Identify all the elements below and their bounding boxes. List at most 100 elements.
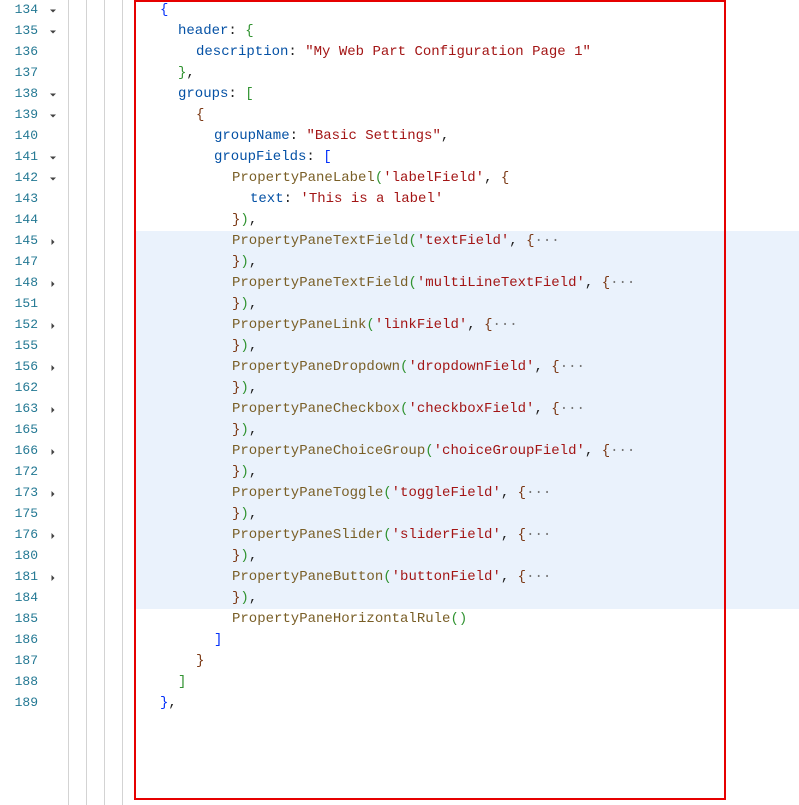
code-line[interactable]: }),	[135, 420, 799, 441]
chevron-down-icon[interactable]	[47, 26, 59, 38]
gutter-line[interactable]: 147	[0, 252, 62, 273]
fold-toggle[interactable]	[44, 488, 62, 500]
chevron-down-icon[interactable]	[47, 110, 59, 122]
code-line[interactable]: },	[135, 63, 799, 84]
code-line[interactable]: PropertyPaneTextField('textField', {···	[135, 231, 799, 252]
gutter-line[interactable]: 175	[0, 504, 62, 525]
fold-toggle[interactable]	[44, 446, 62, 458]
code-line[interactable]: PropertyPaneButton('buttonField', {···	[135, 567, 799, 588]
gutter-line[interactable]: 172	[0, 462, 62, 483]
line-number: 141	[0, 148, 44, 167]
gutter-line[interactable]: 152	[0, 315, 62, 336]
gutter-line[interactable]: 142	[0, 168, 62, 189]
gutter-line[interactable]: 139	[0, 105, 62, 126]
gutter-line[interactable]: 136	[0, 42, 62, 63]
chevron-down-icon[interactable]	[47, 5, 59, 17]
fold-toggle[interactable]	[44, 26, 62, 38]
gutter-line[interactable]: 185	[0, 609, 62, 630]
gutter-line[interactable]: 189	[0, 693, 62, 714]
gutter-line[interactable]: 151	[0, 294, 62, 315]
fold-toggle[interactable]	[44, 572, 62, 584]
code-line[interactable]: PropertyPaneLabel('labelField', {	[135, 168, 799, 189]
fold-toggle[interactable]	[44, 278, 62, 290]
chevron-right-icon[interactable]	[47, 320, 59, 332]
fold-toggle[interactable]	[44, 5, 62, 17]
chevron-right-icon[interactable]	[47, 488, 59, 500]
fold-toggle[interactable]	[44, 404, 62, 416]
gutter-line[interactable]: 162	[0, 378, 62, 399]
code-line[interactable]: PropertyPaneTextField('multiLineTextFiel…	[135, 273, 799, 294]
gutter-line[interactable]: 148	[0, 273, 62, 294]
gutter-line[interactable]: 137	[0, 63, 62, 84]
gutter-line[interactable]: 145	[0, 231, 62, 252]
gutter-line[interactable]: 143	[0, 189, 62, 210]
gutter-line[interactable]: 163	[0, 399, 62, 420]
fold-toggle[interactable]	[44, 236, 62, 248]
code-line[interactable]: PropertyPaneDropdown('dropdownField', {·…	[135, 357, 799, 378]
fold-toggle[interactable]	[44, 362, 62, 374]
code-line[interactable]: PropertyPaneToggle('toggleField', {···	[135, 483, 799, 504]
gutter-line[interactable]: 141	[0, 147, 62, 168]
chevron-right-icon[interactable]	[47, 404, 59, 416]
gutter-line[interactable]: 188	[0, 672, 62, 693]
chevron-right-icon[interactable]	[47, 446, 59, 458]
chevron-right-icon[interactable]	[47, 236, 59, 248]
gutter-line[interactable]: 176	[0, 525, 62, 546]
code-line[interactable]: }),	[135, 378, 799, 399]
chevron-down-icon[interactable]	[47, 173, 59, 185]
code-line[interactable]: ]	[135, 672, 799, 693]
gutter-line[interactable]: 155	[0, 336, 62, 357]
chevron-down-icon[interactable]	[47, 89, 59, 101]
chevron-down-icon[interactable]	[47, 152, 59, 164]
code-line[interactable]: header: {	[135, 21, 799, 42]
fold-toggle[interactable]	[44, 110, 62, 122]
fold-toggle[interactable]	[44, 152, 62, 164]
fold-toggle[interactable]	[44, 530, 62, 542]
code-line[interactable]: }),	[135, 504, 799, 525]
gutter-line[interactable]: 165	[0, 420, 62, 441]
gutter-line[interactable]: 140	[0, 126, 62, 147]
code-line[interactable]: PropertyPaneChoiceGroup('choiceGroupFiel…	[135, 441, 799, 462]
code-line[interactable]: }),	[135, 336, 799, 357]
code-line[interactable]: PropertyPaneLink('linkField', {···	[135, 315, 799, 336]
chevron-right-icon[interactable]	[47, 530, 59, 542]
code-line[interactable]: },	[135, 693, 799, 714]
code-line[interactable]: }),	[135, 252, 799, 273]
code-line[interactable]: {	[135, 0, 799, 21]
code-line[interactable]: PropertyPaneSlider('sliderField', {···	[135, 525, 799, 546]
gutter-line[interactable]: 187	[0, 651, 62, 672]
code-line[interactable]: }),	[135, 462, 799, 483]
code-line[interactable]: text: 'This is a label'	[135, 189, 799, 210]
code-line[interactable]: }),	[135, 588, 799, 609]
gutter-line[interactable]: 173	[0, 483, 62, 504]
fold-toggle[interactable]	[44, 173, 62, 185]
fold-toggle[interactable]	[44, 89, 62, 101]
gutter-line[interactable]: 144	[0, 210, 62, 231]
chevron-right-icon[interactable]	[47, 572, 59, 584]
code-line[interactable]: groups: [	[135, 84, 799, 105]
code-line[interactable]: }),	[135, 294, 799, 315]
chevron-right-icon[interactable]	[47, 362, 59, 374]
code-line[interactable]: description: "My Web Part Configuration …	[135, 42, 799, 63]
gutter-line[interactable]: 134	[0, 0, 62, 21]
fold-toggle[interactable]	[44, 320, 62, 332]
gutter-line[interactable]: 135	[0, 21, 62, 42]
gutter-line[interactable]: 181	[0, 567, 62, 588]
gutter-line[interactable]: 184	[0, 588, 62, 609]
chevron-right-icon[interactable]	[47, 278, 59, 290]
gutter-line[interactable]: 138	[0, 84, 62, 105]
code-line[interactable]: PropertyPaneHorizontalRule()	[135, 609, 799, 630]
code-line[interactable]: }),	[135, 210, 799, 231]
gutter-line[interactable]: 166	[0, 441, 62, 462]
code-line[interactable]: }),	[135, 546, 799, 567]
code-line[interactable]: {	[135, 105, 799, 126]
code-line[interactable]: groupFields: [	[135, 147, 799, 168]
code-line[interactable]: PropertyPaneCheckbox('checkboxField', {·…	[135, 399, 799, 420]
code-line[interactable]: }	[135, 651, 799, 672]
code-content[interactable]: { header: { description: "My Web Part Co…	[134, 0, 799, 805]
code-line[interactable]: ]	[135, 630, 799, 651]
gutter-line[interactable]: 180	[0, 546, 62, 567]
gutter-line[interactable]: 156	[0, 357, 62, 378]
gutter-line[interactable]: 186	[0, 630, 62, 651]
code-line[interactable]: groupName: "Basic Settings",	[135, 126, 799, 147]
